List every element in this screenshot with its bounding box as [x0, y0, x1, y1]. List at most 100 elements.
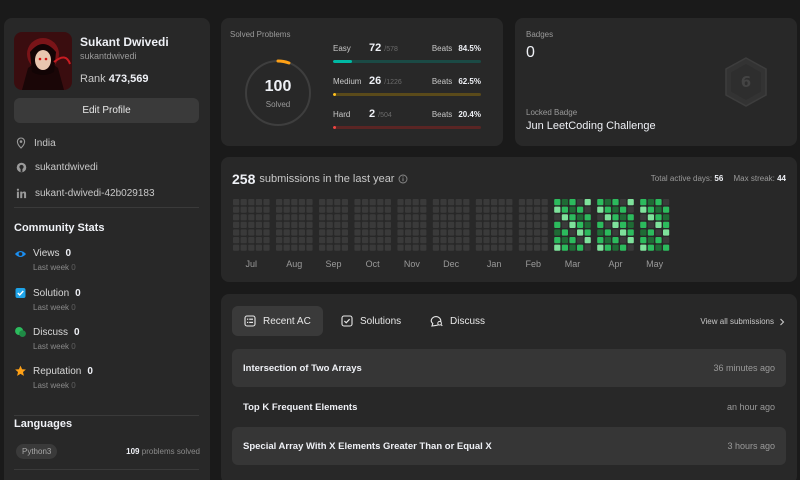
heatmap-cell[interactable] [526, 229, 533, 236]
heatmap-cell[interactable] [306, 199, 313, 206]
heatmap-cell[interactable] [341, 229, 348, 236]
heatmap-cell[interactable] [506, 206, 513, 213]
heatmap-cell[interactable] [561, 221, 568, 228]
heatmap-cell[interactable] [561, 244, 568, 251]
heatmap-cell[interactable] [584, 229, 591, 236]
heatmap-cell[interactable] [306, 221, 313, 228]
heatmap-cell[interactable] [620, 199, 627, 206]
heatmap-cell[interactable] [319, 244, 326, 251]
heatmap-cell[interactable] [569, 237, 576, 244]
heatmap-cell[interactable] [491, 229, 498, 236]
heatmap-cell[interactable] [319, 199, 326, 206]
heatmap-cell[interactable] [534, 199, 541, 206]
heatmap-cell[interactable] [475, 206, 482, 213]
heatmap-cell[interactable] [341, 244, 348, 251]
heatmap-cell[interactable] [498, 199, 505, 206]
heatmap-cell[interactable] [663, 221, 670, 228]
heatmap-cell[interactable] [440, 206, 447, 213]
heatmap-cell[interactable] [354, 244, 361, 251]
heatmap-cell[interactable] [377, 237, 384, 244]
heatmap-cell[interactable] [541, 229, 548, 236]
heatmap-cell[interactable] [663, 237, 670, 244]
heatmap-cell[interactable] [604, 244, 611, 251]
heatmap-cell[interactable] [475, 221, 482, 228]
heatmap-cell[interactable] [240, 229, 247, 236]
heatmap-cell[interactable] [326, 221, 333, 228]
heatmap-cell[interactable] [255, 214, 262, 221]
heatmap-cell[interactable] [326, 244, 333, 251]
heatmap-cell[interactable] [248, 206, 255, 213]
heatmap-cell[interactable] [640, 199, 647, 206]
heatmap-cell[interactable] [483, 199, 490, 206]
heatmap-cell[interactable] [432, 214, 439, 221]
heatmap-cell[interactable] [597, 229, 604, 236]
heatmap-cell[interactable] [448, 199, 455, 206]
heatmap-cell[interactable] [384, 229, 391, 236]
heatmap-cell[interactable] [397, 214, 404, 221]
heatmap-cell[interactable] [448, 244, 455, 251]
heatmap-cell[interactable] [518, 199, 525, 206]
heatmap-cell[interactable] [362, 244, 369, 251]
heatmap-cell[interactable] [412, 214, 419, 221]
heatmap-cell[interactable] [248, 221, 255, 228]
heatmap-cell[interactable] [412, 237, 419, 244]
github-row[interactable]: sukantdwivedi [16, 162, 98, 173]
heatmap-cell[interactable] [498, 214, 505, 221]
heatmap-cell[interactable] [362, 214, 369, 221]
heatmap-cell[interactable] [554, 237, 561, 244]
heatmap-cell[interactable] [420, 229, 427, 236]
heatmap-cell[interactable] [612, 244, 619, 251]
heatmap-cell[interactable] [455, 237, 462, 244]
heatmap-cell[interactable] [463, 199, 470, 206]
heatmap-cell[interactable] [491, 214, 498, 221]
heatmap-cell[interactable] [440, 244, 447, 251]
heatmap-cell[interactable] [612, 199, 619, 206]
heatmap-cell[interactable] [283, 229, 290, 236]
heatmap-cell[interactable] [263, 199, 270, 206]
heatmap-cell[interactable] [647, 199, 654, 206]
heatmap-cell[interactable] [369, 214, 376, 221]
language-pill[interactable]: Python3 [16, 444, 58, 459]
heatmap-cell[interactable] [276, 237, 283, 244]
heatmap-cell[interactable] [240, 244, 247, 251]
heatmap-cell[interactable] [640, 244, 647, 251]
heatmap-cell[interactable] [420, 237, 427, 244]
heatmap-cell[interactable] [420, 214, 427, 221]
heatmap-cell[interactable] [432, 244, 439, 251]
heatmap-cell[interactable] [341, 206, 348, 213]
heatmap-cell[interactable] [541, 199, 548, 206]
heatmap-cell[interactable] [233, 229, 240, 236]
heatmap-cell[interactable] [627, 199, 634, 206]
heatmap-cell[interactable] [584, 221, 591, 228]
heatmap-cell[interactable] [319, 229, 326, 236]
heatmap-cell[interactable] [647, 237, 654, 244]
heatmap-cell[interactable] [577, 206, 584, 213]
heatmap-cell[interactable] [233, 206, 240, 213]
heatmap-cell[interactable] [248, 244, 255, 251]
submission-title[interactable]: Top K Frequent Elements [243, 402, 357, 413]
heatmap-cell[interactable] [554, 199, 561, 206]
heatmap-cell[interactable] [240, 237, 247, 244]
heatmap-cell[interactable] [362, 237, 369, 244]
heatmap-cell[interactable] [475, 229, 482, 236]
heatmap-cell[interactable] [354, 237, 361, 244]
heatmap-cell[interactable] [526, 214, 533, 221]
heatmap-cell[interactable] [518, 221, 525, 228]
heatmap-cell[interactable] [255, 221, 262, 228]
heatmap-cell[interactable] [627, 244, 634, 251]
heatmap-cell[interactable] [475, 237, 482, 244]
heatmap-cell[interactable] [326, 214, 333, 221]
heatmap-cell[interactable] [655, 229, 662, 236]
heatmap-cell[interactable] [291, 199, 298, 206]
heatmap-cell[interactable] [263, 244, 270, 251]
heatmap-cell[interactable] [276, 221, 283, 228]
heatmap-cell[interactable] [240, 221, 247, 228]
heatmap-cell[interactable] [491, 199, 498, 206]
heatmap-cell[interactable] [341, 199, 348, 206]
heatmap-cell[interactable] [263, 214, 270, 221]
heatmap-cell[interactable] [455, 244, 462, 251]
heatmap-cell[interactable] [384, 244, 391, 251]
heatmap-cell[interactable] [334, 199, 341, 206]
heatmap-cell[interactable] [561, 199, 568, 206]
heatmap-cell[interactable] [455, 214, 462, 221]
